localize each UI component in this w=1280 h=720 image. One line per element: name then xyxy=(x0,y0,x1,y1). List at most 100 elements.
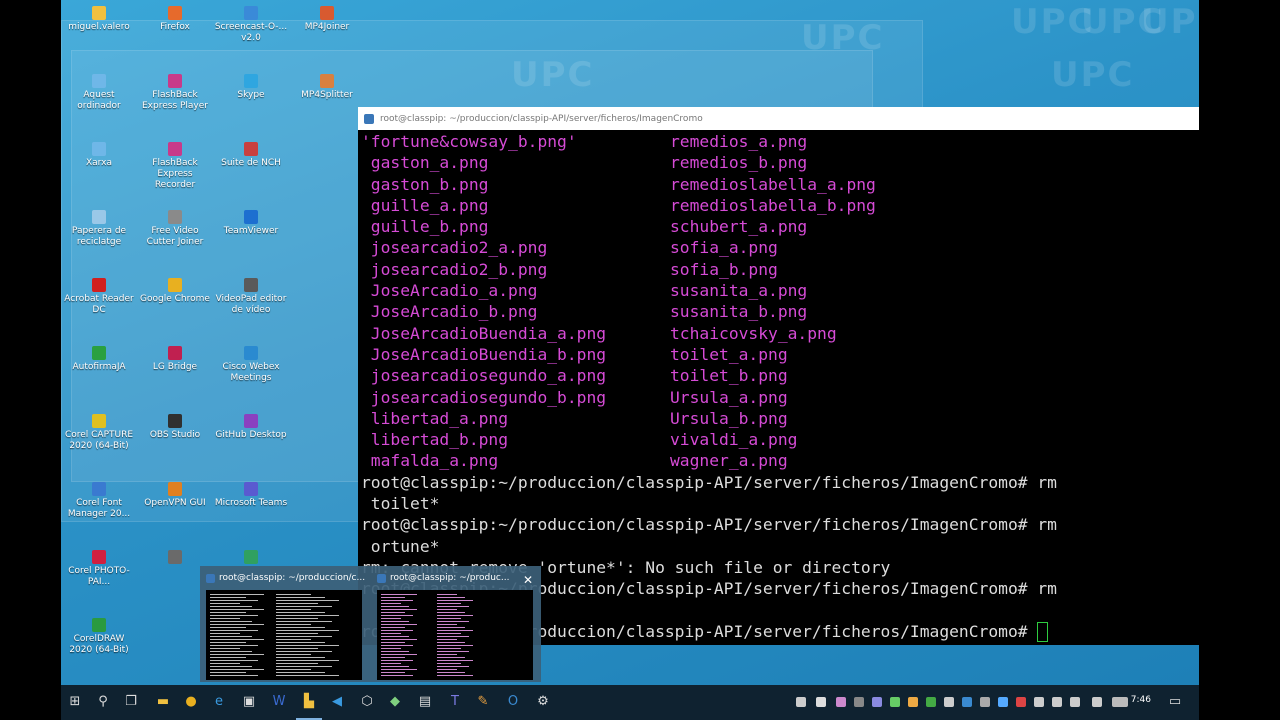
desktop-icon[interactable]: Google Chrome xyxy=(137,278,213,305)
terminal-window[interactable]: root@classpip: ~/produccion/classpip-API… xyxy=(358,107,1199,645)
chrome-icon[interactable]: ● xyxy=(183,694,199,710)
wallpaper-watermark: UPC xyxy=(1051,55,1135,95)
desktop-icon[interactable]: FlashBack Express Recorder xyxy=(137,142,213,191)
preview-line xyxy=(276,630,339,631)
tray-app-icon[interactable] xyxy=(836,697,846,707)
desktop-icon[interactable]: miguel.valero xyxy=(61,6,137,33)
desktop-icon[interactable]: Screencast-O-... v2.0 xyxy=(213,6,289,44)
thumbnail-preview[interactable] xyxy=(377,590,533,680)
desktop-icon-label: LG Bridge xyxy=(152,362,198,372)
thumbnail-preview[interactable] xyxy=(206,590,362,680)
vscode-icon[interactable]: ◀ xyxy=(329,694,345,710)
desktop-icon[interactable]: Paperera de reciclatge xyxy=(61,210,137,248)
desktop-icon[interactable]: CorelDRAW 2020 (64-Bit) xyxy=(61,618,137,656)
teams-icon[interactable]: T xyxy=(447,694,463,710)
desktop-icon[interactable]: Corel Font Manager 20... xyxy=(61,482,137,520)
tray-network-icon[interactable] xyxy=(1052,697,1062,707)
desktop-icon[interactable]: Skype xyxy=(213,74,289,101)
clock[interactable]: 7:46 xyxy=(1131,695,1151,705)
desktop-icon[interactable]: MP4Splitter xyxy=(289,74,365,101)
windows-start-icon[interactable]: ⊞ xyxy=(67,694,83,710)
notification-icon[interactable]: ▭ xyxy=(1167,694,1183,710)
tray-app-icon[interactable] xyxy=(998,697,1008,707)
desktop-icon[interactable]: OBS Studio xyxy=(137,414,213,441)
desktop-icon[interactable]: Corel CAPTURE 2020 (64-Bit) xyxy=(61,414,137,452)
tray-outlook-icon[interactable] xyxy=(962,697,972,707)
tray-app-icon[interactable] xyxy=(890,697,900,707)
desktop-icon[interactable]: MP4Joiner xyxy=(289,6,365,33)
close-icon[interactable]: ✕ xyxy=(523,573,533,587)
putty-taskbar-icon[interactable]: ▙ xyxy=(301,694,317,710)
desktop-icon[interactable]: OpenVPN GUI xyxy=(137,482,213,509)
desktop-icon[interactable]: Xarxa xyxy=(61,142,137,169)
desktop-icon-label: OpenVPN GUI xyxy=(144,498,206,508)
tray-app-icon[interactable] xyxy=(980,697,990,707)
preview-line xyxy=(276,651,332,652)
outlook-icon[interactable]: O xyxy=(505,694,521,710)
desktop-icon[interactable]: Acrobat Reader DC xyxy=(61,278,137,316)
app-icon xyxy=(168,550,182,564)
desktop-icon-label: Microsoft Teams xyxy=(214,498,288,508)
desktop-icon[interactable]: Aquest ordinador xyxy=(61,74,137,112)
app-icon xyxy=(244,414,258,428)
desktop-icon[interactable]: Corel PHOTO-PAI... xyxy=(61,550,137,588)
terminal-app-icon[interactable]: ▤ xyxy=(417,694,433,710)
desktop-icon[interactable]: Microsoft Teams xyxy=(213,482,289,509)
thumbnail-window-2[interactable]: root@classpip: ~/produc... ✕ xyxy=(373,570,537,680)
desktop-icon[interactable]: Free Video Cutter Joiner xyxy=(137,210,213,248)
thumbnail-preview-lines xyxy=(210,594,339,676)
tray-app-icon[interactable] xyxy=(944,697,954,707)
tray-app-icon[interactable] xyxy=(1016,697,1026,707)
tray-volume-icon[interactable] xyxy=(1070,697,1080,707)
store-icon[interactable]: ▣ xyxy=(241,694,257,710)
preview-line xyxy=(210,660,258,661)
preview-line xyxy=(210,639,264,640)
desktop-icon[interactable]: Suite de NCH xyxy=(213,142,289,169)
desktop-icon[interactable]: VideoPad editor de vídeo xyxy=(213,278,289,316)
file-name: JoseArcadio_b.png xyxy=(361,302,538,322)
preview-line xyxy=(437,639,457,640)
preview-line xyxy=(210,672,246,673)
settings-icon[interactable]: ⚙ xyxy=(535,694,551,710)
search-icon[interactable]: ⚲ xyxy=(95,694,111,710)
desktop-icon[interactable]: Firefox xyxy=(137,6,213,33)
task-view-icon[interactable]: ❐ xyxy=(123,694,139,710)
tray-app-icon[interactable] xyxy=(926,697,936,707)
tray-app-icon[interactable] xyxy=(854,697,864,707)
tray-app-icon[interactable] xyxy=(872,697,882,707)
preview-line xyxy=(210,624,264,625)
edge-icon[interactable]: e xyxy=(211,694,227,710)
desktop-icon[interactable]: TeamViewer xyxy=(213,210,289,237)
file-explorer-icon[interactable]: ▬ xyxy=(155,694,171,710)
paint-icon[interactable]: ✎ xyxy=(475,694,491,710)
word-icon[interactable]: W xyxy=(271,694,287,710)
desktop-icon[interactable]: FlashBack Express Player xyxy=(137,74,213,112)
tray-app-icon[interactable] xyxy=(908,697,918,707)
desktop-icon-label: Corel Font Manager 20... xyxy=(67,498,131,519)
tray-app-icon[interactable] xyxy=(1034,697,1044,707)
desktop-icon[interactable]: AutofirmaJA xyxy=(61,346,137,373)
tray-pen-icon[interactable] xyxy=(1092,697,1102,707)
desktop-icon[interactable]: Cisco Webex Meetings xyxy=(213,346,289,384)
thumbnail-window-1[interactable]: root@classpip: ~/produccion/c... xyxy=(202,570,366,680)
terminal-titlebar[interactable]: root@classpip: ~/produccion/classpip-API… xyxy=(358,107,1199,130)
desktop-icon[interactable] xyxy=(137,550,213,566)
desktop: UPC UPC UPC UPC UPC UPC miguel.valeroFir… xyxy=(61,0,1199,720)
preview-line xyxy=(210,600,258,601)
preview-line xyxy=(381,627,405,628)
app-icon[interactable]: ⬡ xyxy=(359,694,375,710)
git-icon[interactable]: ◆ xyxy=(387,694,403,710)
preview-line xyxy=(437,603,461,604)
tray-arrow-icon[interactable] xyxy=(796,697,806,707)
tray-dropbox-icon[interactable] xyxy=(816,697,826,707)
file-name: Ursula_b.png xyxy=(670,408,788,428)
desktop-icon[interactable]: LG Bridge xyxy=(137,346,213,373)
desktop-icon[interactable]: GitHub Desktop xyxy=(213,414,289,441)
preview-line xyxy=(437,660,473,661)
preview-line xyxy=(437,654,457,655)
app-icon xyxy=(320,74,334,88)
tray-keyboard-icon[interactable] xyxy=(1112,697,1128,707)
app-icon xyxy=(244,6,258,20)
desktop-icon[interactable] xyxy=(213,550,289,566)
file-list-right: remedios_a.png remedios_b.png remedioslabe… xyxy=(670,131,876,472)
